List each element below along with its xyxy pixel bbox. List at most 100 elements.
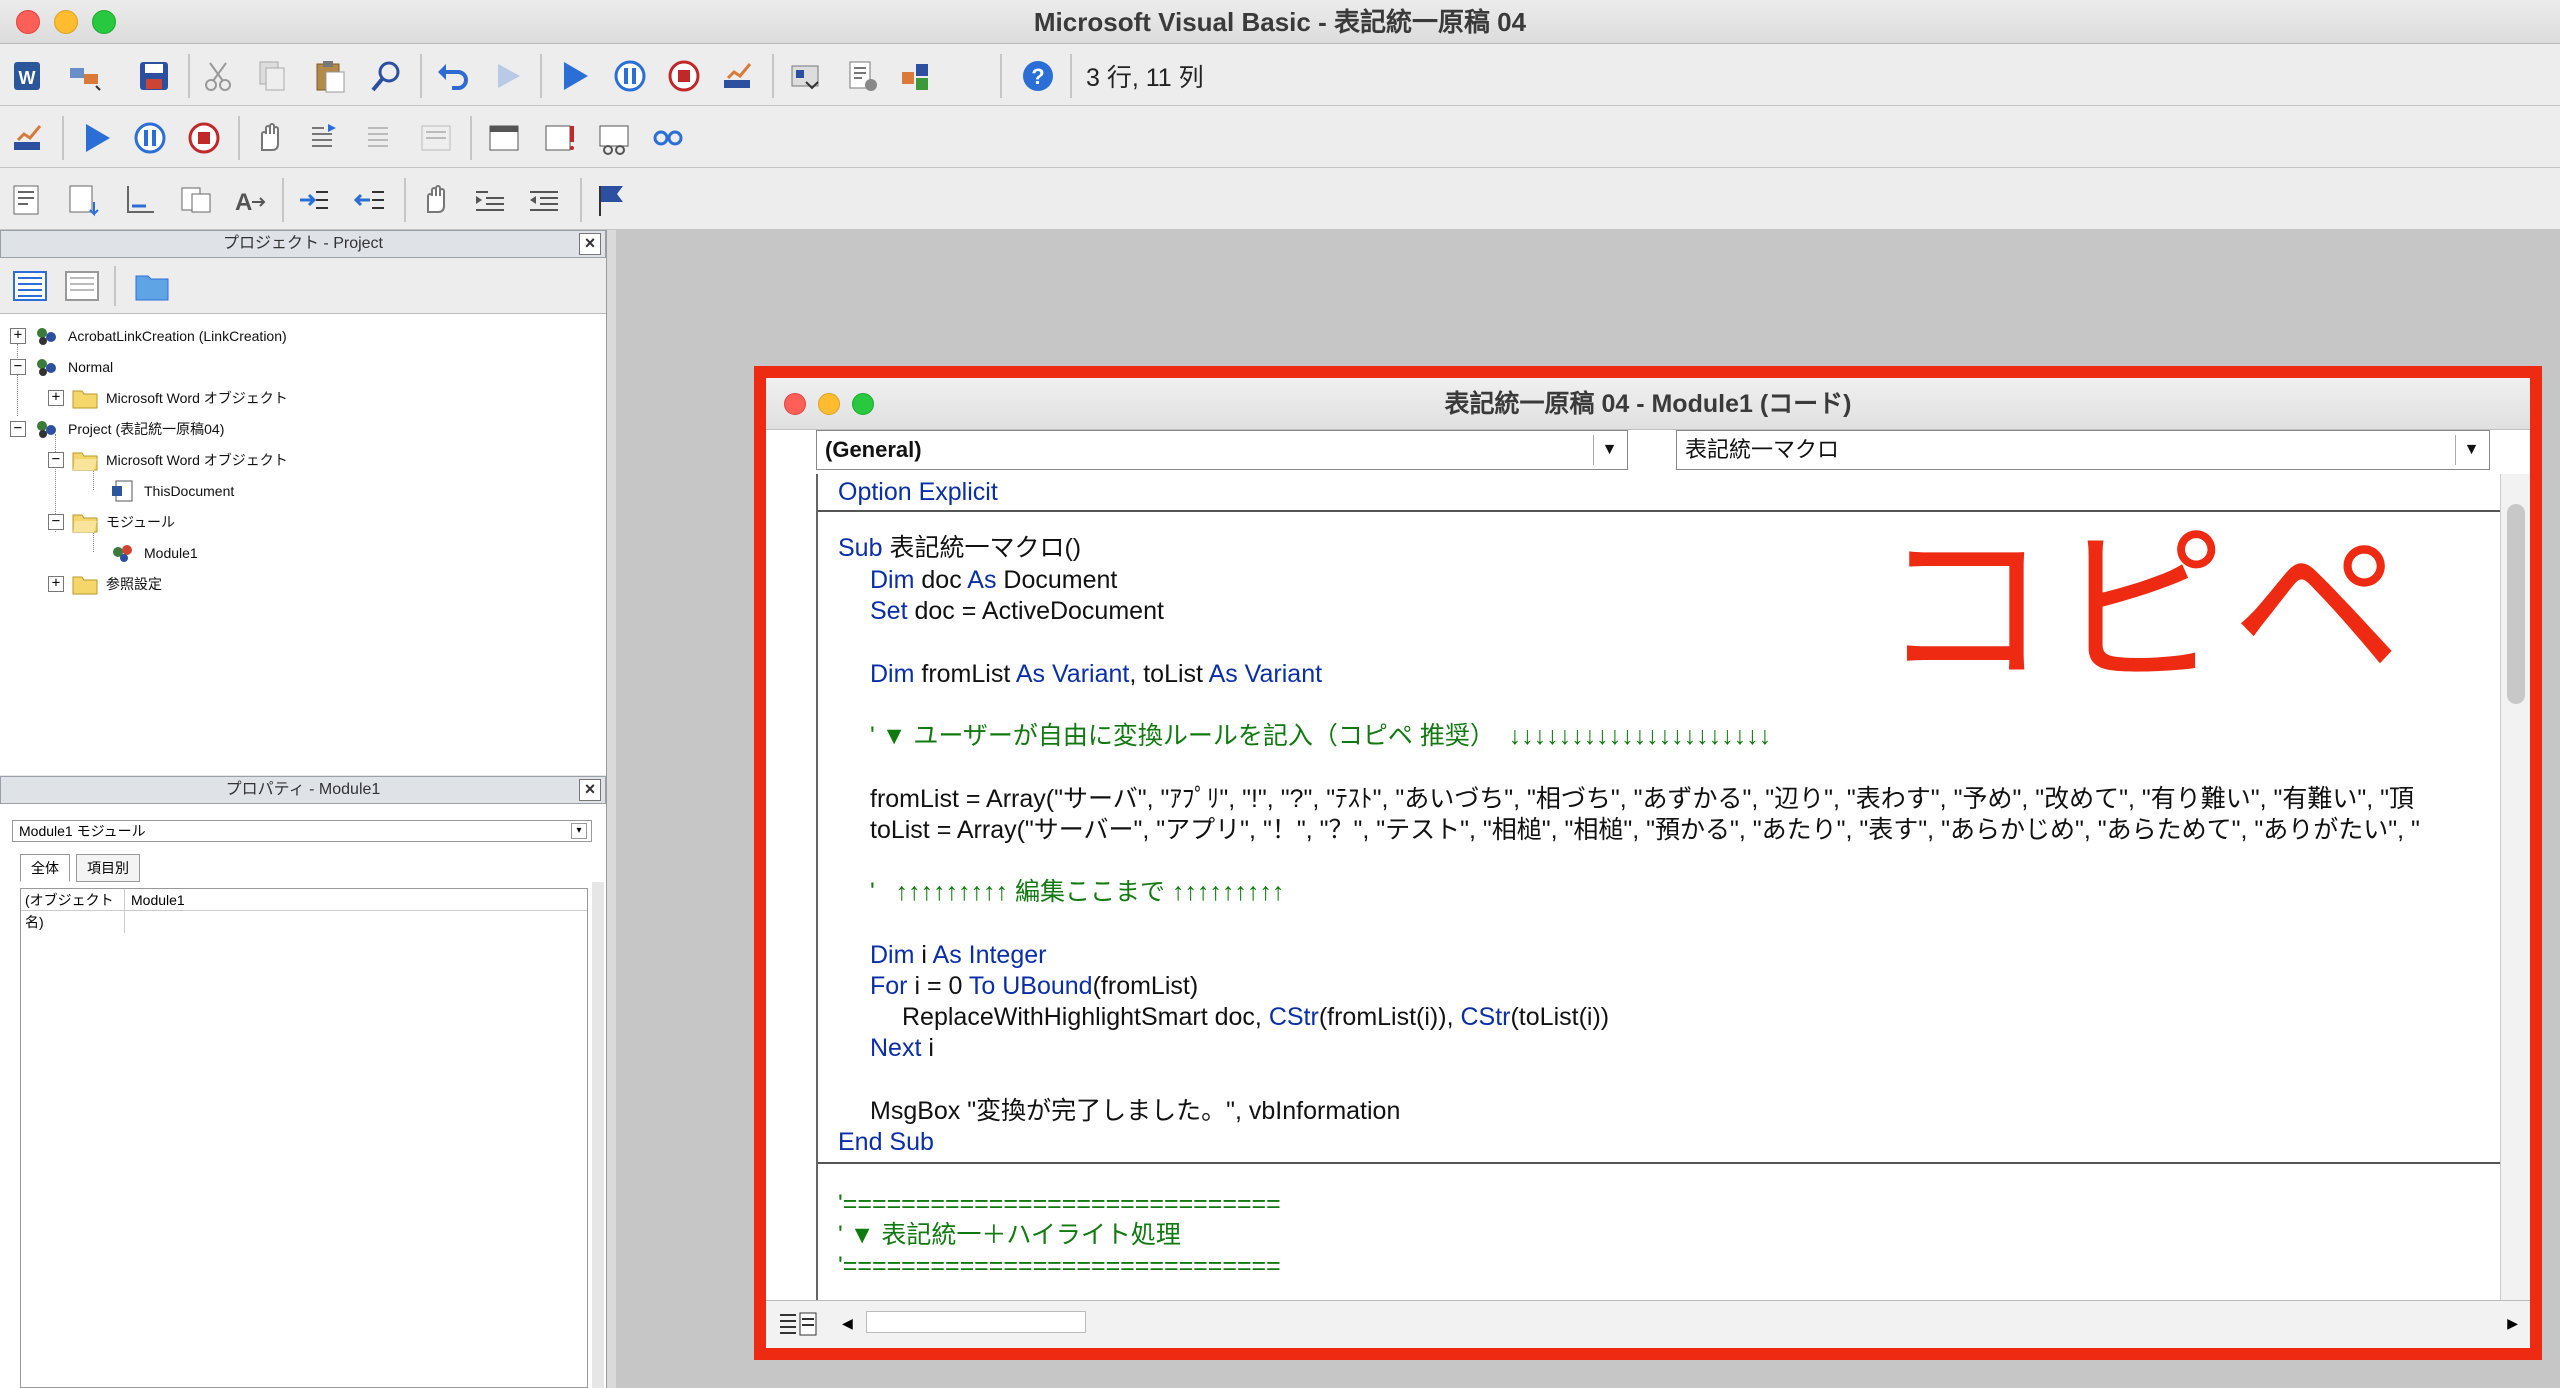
expand-toggle[interactable]: + [48, 390, 64, 406]
comment-line: ' ↑↑↑↑↑↑↑↑↑ 編集ここまで ↑↑↑↑↑↑↑↑↑ [870, 878, 1285, 906]
tab-alphabetic[interactable]: 全体 [20, 854, 70, 882]
code-line: Option Explicit [838, 478, 998, 506]
collapse-toggle[interactable]: − [10, 421, 26, 437]
scroll-right-icon[interactable]: ▶ [2507, 1315, 2518, 1332]
close-icon[interactable]: × [579, 779, 601, 801]
edit-toolbar: A [0, 168, 2560, 230]
code-margin[interactable] [766, 474, 816, 1300]
help-icon[interactable]: ? [1018, 56, 1058, 96]
tree-item-references[interactable]: + 参照設定 [48, 570, 162, 598]
project-explorer-title: プロジェクト - Project [222, 235, 384, 252]
toolbox-icon[interactable] [896, 56, 936, 96]
toggle-breakpoint-icon[interactable] [416, 180, 456, 220]
procedure-dropdown-value: 表記統一マクロ [1685, 437, 1840, 462]
properties-header: プロパティ - Module1 × [0, 776, 606, 804]
cursor-position-indicator: 3 行, 11 列 [1086, 64, 1204, 92]
tree-item-label: 参照設定 [106, 576, 162, 592]
procedure-dropdown[interactable]: 表記統一マクロ ▼ [1676, 430, 2490, 470]
close-window-button[interactable] [16, 10, 40, 34]
indent-icon[interactable] [294, 180, 334, 220]
quick-info-icon[interactable] [120, 180, 160, 220]
object-select[interactable]: Module1 モジュール ▾ [12, 820, 592, 842]
uncomment-block-icon[interactable] [524, 180, 564, 220]
tab-categorized[interactable]: 項目別 [76, 854, 140, 882]
tree-item-module1[interactable]: Module1 [110, 539, 198, 567]
cut-icon[interactable] [198, 56, 238, 96]
list-properties-icon[interactable] [8, 180, 48, 220]
quick-watch-icon[interactable] [648, 118, 688, 158]
horizontal-scrollbar[interactable]: ◀ ▶ [766, 1300, 2530, 1348]
complete-word-icon[interactable]: A [230, 180, 270, 220]
comment-block-icon[interactable] [470, 180, 510, 220]
pause-icon[interactable] [610, 56, 650, 96]
tree-item-normal[interactable]: − Normal [10, 353, 113, 381]
bookmark-flag-icon[interactable] [592, 180, 632, 220]
stop-icon[interactable] [184, 118, 224, 158]
code-line: Dim i As Integer [870, 941, 1047, 969]
view-code-icon[interactable] [10, 266, 50, 306]
find-icon[interactable] [366, 56, 406, 96]
zoom-window-button[interactable] [92, 10, 116, 34]
save-icon[interactable] [134, 56, 174, 96]
step-out-icon[interactable] [416, 118, 456, 158]
close-icon[interactable]: × [579, 233, 601, 255]
run-icon[interactable] [554, 56, 594, 96]
property-row[interactable]: (オブジェクト名) Module1 [21, 889, 587, 933]
procedure-view-icon[interactable] [778, 1309, 818, 1339]
properties-icon[interactable] [842, 56, 882, 96]
minimize-window-button[interactable] [54, 10, 78, 34]
toggle-folders-icon[interactable] [132, 266, 172, 306]
undo-icon[interactable] [432, 56, 472, 96]
vertical-scrollbar[interactable] [2500, 474, 2530, 1300]
redo-icon[interactable] [488, 56, 528, 96]
design-icon[interactable] [64, 56, 104, 96]
run-icon[interactable] [76, 118, 116, 158]
property-value[interactable]: Module1 [131, 889, 185, 911]
tree-item-modules[interactable]: − モジュール [48, 508, 175, 536]
collapse-toggle[interactable]: − [10, 359, 26, 375]
tree-item-project[interactable]: − Project (表記統一原稿04) [10, 415, 224, 443]
stop-icon[interactable] [664, 56, 704, 96]
design-mode-icon[interactable] [8, 118, 48, 158]
view-object-icon[interactable] [62, 266, 102, 306]
parameter-info-icon[interactable] [176, 180, 216, 220]
collapse-toggle[interactable]: − [48, 514, 64, 530]
collapse-toggle[interactable]: − [48, 452, 64, 468]
project-explorer-icon[interactable] [786, 56, 826, 96]
scroll-thumb[interactable] [2507, 504, 2525, 704]
tree-item-word-objects-2[interactable]: − Microsoft Word オブジェクト [48, 446, 288, 474]
step-over-icon[interactable] [362, 118, 402, 158]
paste-icon[interactable] [310, 56, 350, 96]
design-mode-icon[interactable] [718, 56, 758, 96]
tree-item-thisdocument[interactable]: ThisDocument [110, 477, 234, 505]
watch-window-icon[interactable] [594, 118, 634, 158]
pause-icon[interactable] [130, 118, 170, 158]
tree-item-word-objects[interactable]: + Microsoft Word オブジェクト [48, 384, 288, 412]
code-line: Sub 表記統一マクロ() [838, 534, 1082, 562]
immediate-window-icon[interactable] [540, 118, 580, 158]
expand-toggle[interactable]: + [10, 328, 26, 344]
open-folder-icon [72, 514, 98, 533]
locals-window-icon[interactable] [484, 118, 524, 158]
module-icon [113, 545, 132, 562]
chevron-down-icon: ▼ [2455, 435, 2487, 465]
property-name: (オブジェクト名) [25, 889, 125, 933]
outdent-icon[interactable] [350, 180, 390, 220]
properties-window: プロパティ - Module1 × Module1 モジュール ▾ 全体 項目別… [0, 776, 606, 1388]
scroll-left-icon[interactable]: ◀ [842, 1315, 853, 1332]
scroll-thumb[interactable] [866, 1311, 1086, 1333]
step-into-icon[interactable] [306, 118, 346, 158]
expand-toggle[interactable]: + [48, 576, 64, 592]
code-line: Dim doc As Document [870, 566, 1118, 594]
copy-icon[interactable] [252, 56, 292, 96]
object-dropdown[interactable]: (General) ▼ [816, 430, 1628, 470]
list-constants-icon[interactable] [64, 180, 104, 220]
vba-project-icon [37, 328, 56, 345]
code-line: For i = 0 To UBound(fromList) [870, 972, 1199, 1000]
word-icon[interactable]: W [8, 56, 48, 96]
properties-scrollbar[interactable] [592, 882, 604, 1388]
tree-item-acrobat[interactable]: + AcrobatLinkCreation (LinkCreation) [10, 322, 287, 350]
vba-project-icon [37, 421, 56, 438]
breakpoint-hand-icon[interactable] [250, 118, 290, 158]
procedure-separator [818, 1162, 2500, 1164]
